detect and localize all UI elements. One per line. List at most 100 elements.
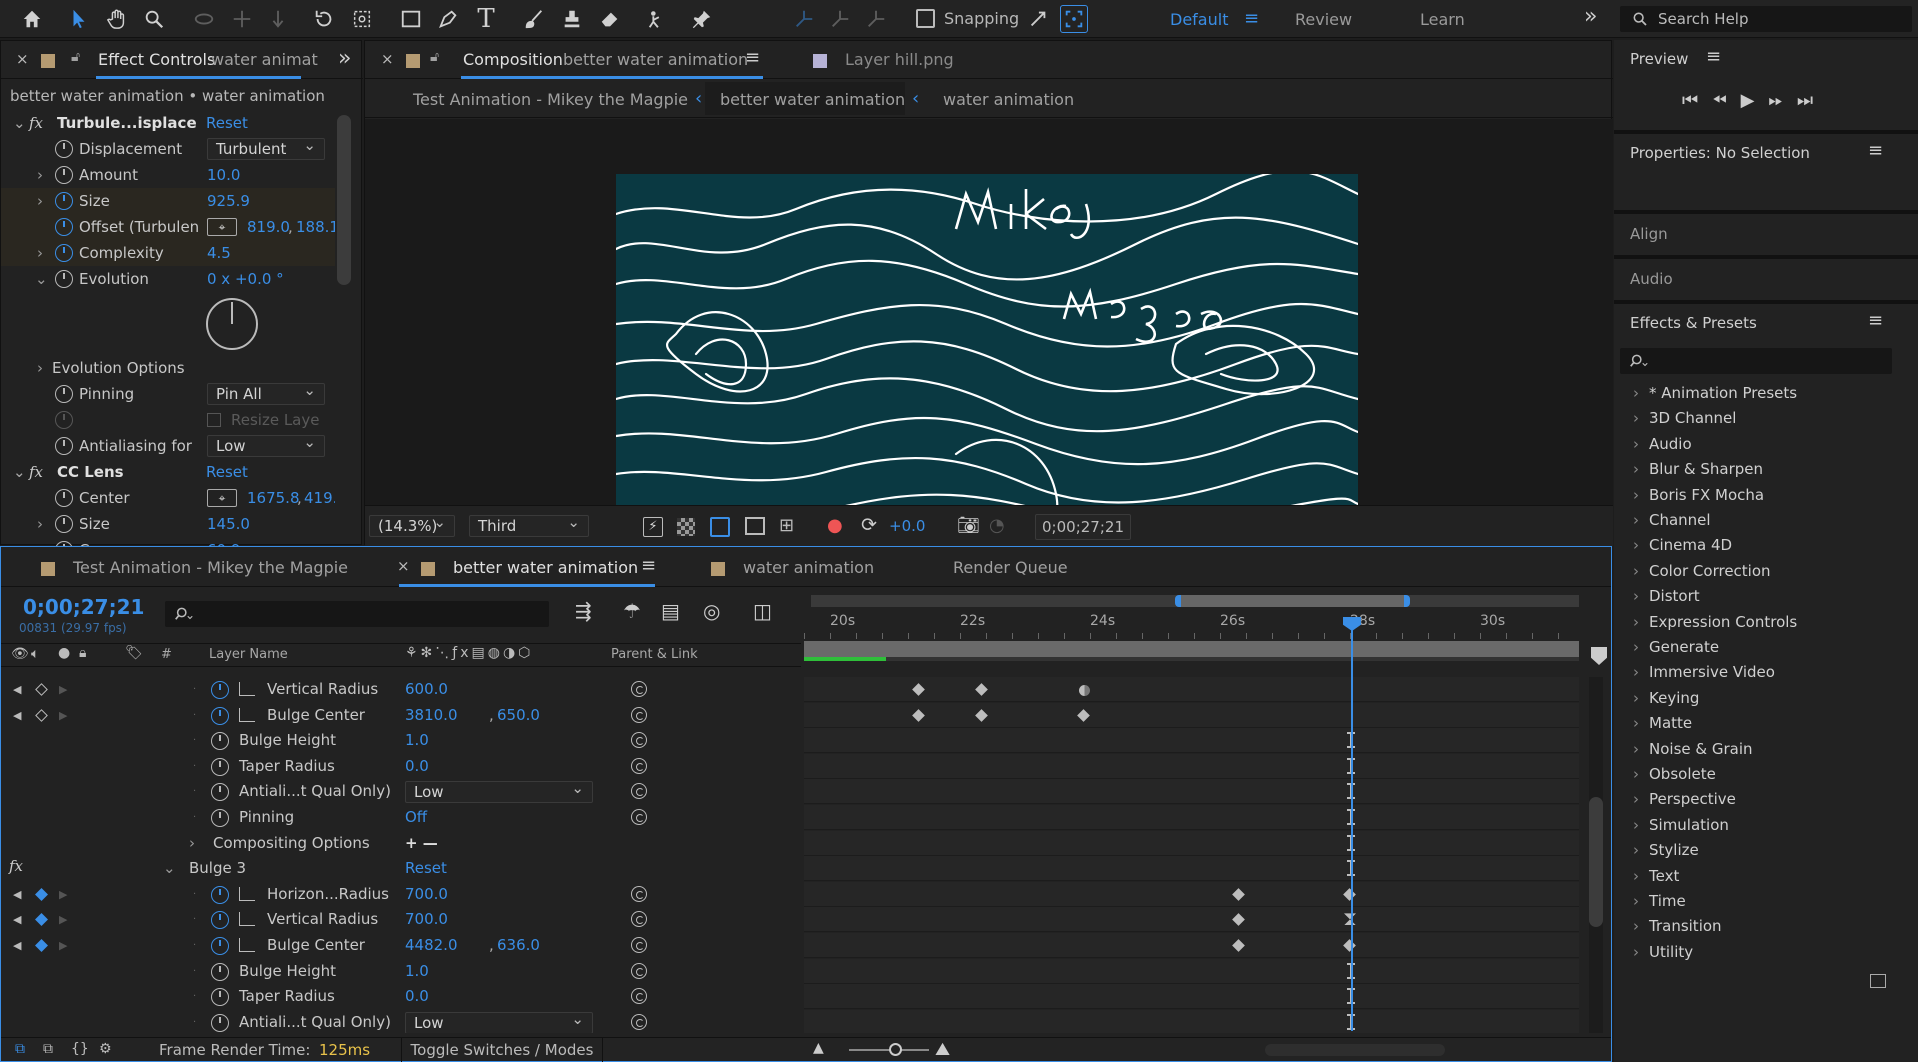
effects-category-item[interactable]: Keying [1633,689,1699,707]
toggle-switches-modes-button[interactable]: Toggle Switches / Modes [401,1038,603,1062]
panel-expand-icon[interactable]: » [338,46,351,71]
panel-menu-icon[interactable]: ≡ [641,555,656,576]
timeline-scrollbar[interactable] [1589,797,1603,927]
keyframe-track[interactable] [804,958,1579,984]
home-icon[interactable] [18,5,46,33]
keyframe-diamond[interactable] [975,708,988,722]
expand-arrow-icon[interactable]: › [37,188,43,214]
search-help-input[interactable]: Search Help [1620,6,1912,32]
tab-water-animation[interactable]: water animation [743,558,874,577]
expand-arrow-icon[interactable]: › [37,162,43,188]
keyframe-diamond[interactable] [1343,887,1356,901]
new-folder-icon[interactable] [1870,974,1886,988]
composition-tab-name[interactable]: better water animation [563,50,748,69]
keyframe-track[interactable] [804,856,1579,882]
stopwatch-active-icon[interactable] [55,192,73,210]
viewer-timecode[interactable]: 0;00;27;21 [1035,514,1131,540]
region-of-interest-icon[interactable] [745,517,765,535]
channel-rgb-icon[interactable]: ● [827,515,843,536]
keyframe-diamond[interactable] [912,683,925,696]
keyframe-diamond[interactable] [1232,939,1245,952]
zoom-dropdown[interactable]: (14.3%) [369,512,455,537]
close-icon[interactable]: × [397,557,410,575]
snapping-checkbox[interactable] [916,9,935,28]
stopwatch-icon[interactable] [55,166,73,184]
in-out-icon[interactable]: {} [71,1041,89,1057]
properties-menu-icon[interactable]: ≡ [1868,140,1883,161]
roto-brush-icon[interactable] [643,5,671,33]
effects-category-item[interactable]: Distort [1633,587,1700,605]
expand-chevrons-icon[interactable]: » [1584,4,1597,29]
effects-category-item[interactable]: Time [1633,892,1686,910]
audio-header[interactable]: Audio [1630,270,1673,288]
reset-exposure-icon[interactable]: ⟳ [861,514,877,536]
convergence-value[interactable]: 60.9 [207,537,240,546]
keyframe-hold[interactable] [1344,913,1356,926]
workspace-default[interactable]: Default [1170,10,1228,29]
antialiasing-dropdown[interactable]: Low [207,432,325,457]
orbit-tool-icon[interactable] [190,5,218,33]
stopwatch-active-icon[interactable] [55,244,73,262]
collapse-arrow-icon[interactable]: ⌄ [35,266,48,292]
timeline-hscroll[interactable] [1265,1044,1445,1056]
workspace-review[interactable]: Review [1295,10,1352,29]
stopwatch-icon[interactable] [55,515,73,533]
resolution-dropdown[interactable]: Third [469,512,589,537]
effects-category-item[interactable]: Transition [1633,917,1722,935]
keyframe-track[interactable] [804,728,1579,754]
keyframe-diamond[interactable] [1343,939,1356,952]
stopwatch-icon[interactable] [55,270,73,288]
zoom-out-mountain-icon[interactable]: ▲ [813,1040,824,1056]
tab-test-animation[interactable]: Test Animation - Mikey the Magpie [73,558,348,577]
effect-reset-link[interactable]: Reset [206,459,248,485]
keyframe-track[interactable] [804,907,1579,933]
snap-options-icon[interactable] [1024,5,1052,33]
close-icon[interactable]: × [381,50,394,68]
mask-path-icon[interactable] [710,517,730,537]
exposure-value[interactable]: +0.0 [889,517,925,535]
keyframe-diamond[interactable] [1232,887,1245,901]
preview-menu-icon[interactable]: ≡ [1706,46,1721,67]
keyframe-diamond[interactable] [912,708,925,722]
pen-tool-icon[interactable] [434,5,462,33]
expand-arrow-icon[interactable]: › [37,511,43,537]
draft-3d-icon[interactable]: ☂ [623,599,641,623]
eraser-tool-icon[interactable] [596,5,624,33]
graph-editor-icon[interactable]: ◫ [753,599,772,623]
effects-category-item[interactable]: Audio [1633,435,1692,453]
work-area-range[interactable] [1175,595,1410,607]
expand-arrow-icon[interactable]: › [37,537,43,546]
center-x-value[interactable]: 1675.8 [247,485,300,511]
tab-render-queue[interactable]: Render Queue [953,558,1068,577]
comp-marker-bin-icon[interactable] [1591,647,1607,665]
type-tool-icon[interactable]: T [472,4,500,34]
effects-search-input[interactable] [1620,348,1892,374]
effect-controls-layer-name[interactable]: water animat [211,50,318,69]
expand-arrow-icon[interactable]: › [37,355,43,381]
keyframe-diamond[interactable] [1232,913,1245,927]
crosshair-icon[interactable]: ⌖ [207,218,237,236]
stopwatch-icon[interactable] [55,140,73,158]
effects-category-item[interactable]: Noise & Grain [1633,740,1753,758]
stopwatch-active-icon[interactable] [55,218,73,236]
tab-better-water-animation[interactable]: better water animation [453,558,638,577]
evolution-dial[interactable] [206,298,258,350]
effects-category-item[interactable]: Cinema 4D [1633,536,1732,554]
prev-frame-icon[interactable]: ⏪︎ [1712,90,1740,111]
offset-y-value[interactable]: 188.1 [296,214,335,240]
keyframe-track[interactable] [804,933,1579,958]
keyframe-track[interactable] [804,779,1579,805]
keyframe-diamond[interactable] [975,683,988,696]
effects-category-item[interactable]: 3D Channel [1633,409,1736,427]
puppet-pin-icon[interactable] [688,5,716,33]
effects-category-item[interactable]: Simulation [1633,816,1729,834]
preview-header[interactable]: Preview [1630,50,1688,68]
effects-category-item[interactable]: Blur & Sharpen [1633,460,1763,478]
timeline-search-input[interactable] [165,601,549,627]
keyframe-track[interactable] [804,677,1579,702]
keyframe-diamond[interactable] [1077,708,1090,722]
audio-speaker-icon[interactable]: 🔈︎ [31,646,39,662]
keyframe-track[interactable] [804,753,1579,779]
pan-tool-icon[interactable] [228,5,256,33]
frame-blending-icon[interactable]: ▤ [661,599,680,623]
